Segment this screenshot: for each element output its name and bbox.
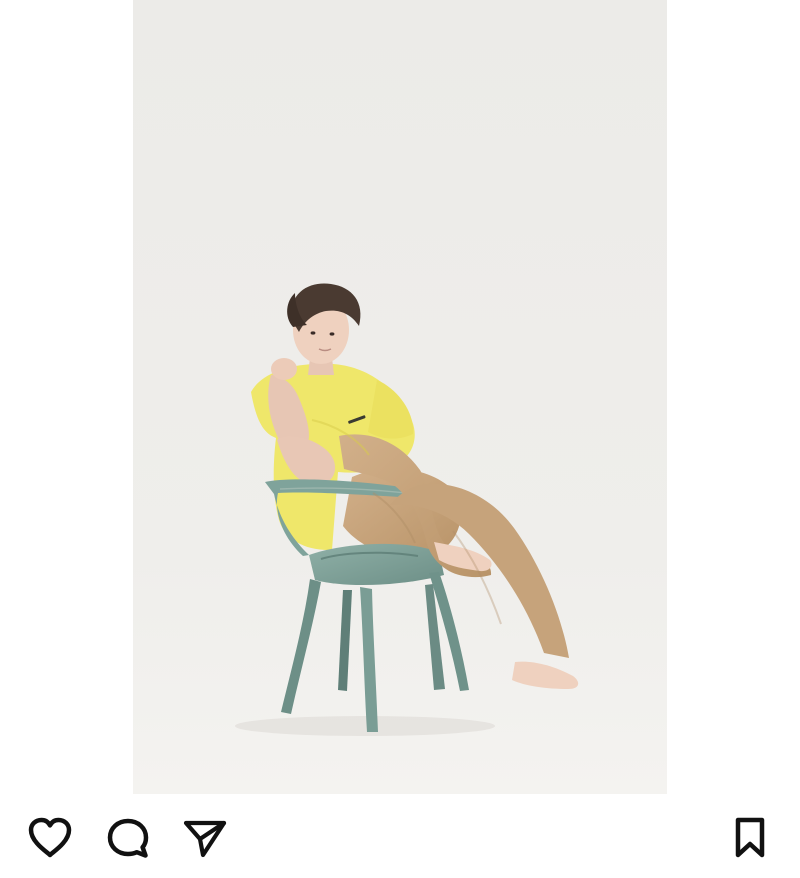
post-actions-bar: [0, 794, 800, 878]
bookmark-icon: [735, 817, 765, 858]
post-photo-illustration: [133, 0, 667, 794]
send-icon: [183, 820, 227, 858]
comment-icon: [107, 818, 149, 858]
save-button[interactable]: [726, 814, 774, 862]
share-button[interactable]: [181, 814, 229, 862]
post-media-frame: [0, 0, 800, 794]
comment-button[interactable]: [104, 814, 152, 862]
heart-icon: [28, 817, 72, 858]
post-photo[interactable]: [133, 0, 667, 794]
like-button[interactable]: [26, 814, 74, 862]
